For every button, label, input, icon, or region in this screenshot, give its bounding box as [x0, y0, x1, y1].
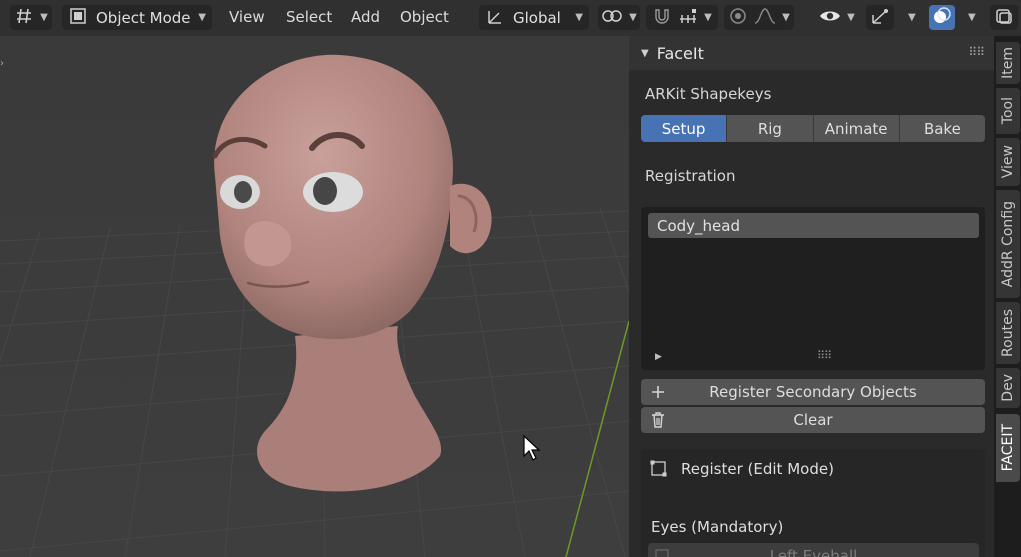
tab-dev[interactable]: Dev: [996, 368, 1020, 408]
tab-tool-label: Tool: [1000, 97, 1016, 125]
xray-icon: [994, 7, 1014, 29]
clear-label: Clear: [793, 411, 833, 429]
chevron-down-icon: ▼: [575, 12, 583, 23]
tab-addr-config-label: AddR Config: [1000, 200, 1016, 288]
tab-bake[interactable]: Bake: [899, 115, 985, 142]
menu-view[interactable]: View: [229, 8, 265, 26]
gizmo-icon: [870, 7, 890, 29]
drag-handle-icon[interactable]: ⠿⠿: [968, 45, 985, 59]
overlay-icon: [932, 6, 952, 29]
transform-orientation-icon: [485, 7, 505, 29]
visibility-icon: [819, 7, 841, 29]
tab-item-label: Item: [1000, 47, 1016, 79]
chevron-down-icon: ▼: [40, 12, 48, 23]
mode-selector[interactable]: Object Mode ▼: [62, 5, 212, 30]
faceit-panel: ▼ FaceIt ⠿⠿ ARKit Shapekeys Setup Rig An…: [629, 36, 994, 557]
tab-faceit-label: FACEIT: [1000, 424, 1016, 472]
viewport-header: ▼ Object Mode ▼ View Select Add Object G…: [0, 0, 1021, 36]
mouse-cursor-icon: [523, 434, 541, 461]
snap-magnet-icon: [652, 7, 672, 29]
left-eyeball-button[interactable]: Left Eyeball: [648, 543, 979, 557]
list-resize-handle-icon[interactable]: ⠿⠿: [817, 349, 832, 362]
register-secondary-label: Register Secondary Objects: [709, 383, 917, 401]
tab-dev-label: Dev: [1000, 374, 1016, 402]
clear-button[interactable]: Clear: [641, 407, 985, 433]
list-item[interactable]: Cody_head: [648, 213, 979, 238]
object-mode-icon: [68, 7, 88, 29]
pivot-point-selector[interactable]: ▼: [598, 5, 640, 30]
chevron-down-icon[interactable]: ▼: [908, 12, 916, 23]
edit-mode-icon: [649, 459, 669, 483]
gizmo-toggle[interactable]: [866, 5, 894, 30]
editor-type-button[interactable]: ▼: [10, 5, 52, 30]
sidebar-tab-strip: Item Tool View AddR Config Routes Dev FA…: [994, 36, 1021, 557]
collapse-arrow-icon[interactable]: ▼: [641, 48, 649, 59]
snap-increment-icon: [678, 7, 698, 29]
tab-faceit[interactable]: FACEIT: [996, 414, 1020, 482]
tab-routes-label: Routes: [1000, 309, 1016, 357]
tab-setup[interactable]: Setup: [641, 115, 728, 142]
tab-view[interactable]: View: [996, 138, 1020, 186]
tab-rig[interactable]: Rig: [727, 115, 814, 142]
viewport-canvas: [0, 36, 629, 557]
3d-viewport[interactable]: ›: [0, 36, 629, 557]
trash-icon: [649, 411, 667, 429]
proportional-edit-icon: [728, 7, 748, 29]
menu-select[interactable]: Select: [286, 8, 332, 26]
chevron-down-icon: ▼: [198, 12, 206, 23]
section-title: ARKit Shapekeys: [645, 85, 772, 103]
proportional-edit-controls[interactable]: ▼: [724, 5, 794, 30]
register-secondary-button[interactable]: Register Secondary Objects: [641, 379, 985, 405]
panel-header[interactable]: ▼ FaceIt ⠿⠿: [629, 36, 994, 70]
visibility-selector[interactable]: ▼: [814, 5, 860, 30]
overlay-toggle[interactable]: [929, 5, 955, 30]
panel-title: FaceIt: [656, 43, 704, 63]
eyes-mandatory-label: Eyes (Mandatory): [651, 518, 784, 536]
transform-orientation-label: Global: [513, 8, 561, 27]
xray-toggle[interactable]: [990, 5, 1018, 30]
register-edit-mode-box: Register (Edit Mode) Eyes (Mandatory) Le…: [641, 449, 985, 557]
mode-label: Object Mode: [96, 8, 191, 27]
menu-object[interactable]: Object: [400, 8, 449, 26]
viewport-editor-icon: [14, 7, 34, 29]
menu-add[interactable]: Add: [351, 8, 380, 26]
falloff-icon: [754, 7, 776, 29]
pivot-icon: [601, 7, 623, 29]
tab-view-label: View: [1000, 145, 1016, 179]
left-eyeball-label: Left Eyeball: [769, 547, 858, 557]
tab-item[interactable]: Item: [996, 42, 1020, 84]
tab-animate[interactable]: Animate: [813, 115, 900, 142]
chevron-down-icon: ▼: [847, 12, 855, 23]
registration-label: Registration: [645, 167, 736, 185]
list-expand-icon[interactable]: ▶: [655, 352, 662, 362]
toolbar-expand-icon[interactable]: ›: [0, 58, 8, 74]
tab-tool[interactable]: Tool: [996, 88, 1020, 134]
plus-icon: [649, 383, 667, 401]
workflow-tabs: Setup Rig Animate Bake: [641, 115, 985, 142]
chevron-down-icon[interactable]: ▼: [968, 12, 976, 23]
snap-controls[interactable]: ▼: [646, 5, 718, 30]
transform-orientation-selector[interactable]: Global ▼: [479, 5, 589, 30]
chevron-down-icon: ▼: [629, 12, 637, 23]
chevron-down-icon: ▼: [704, 12, 712, 23]
tab-addr-config[interactable]: AddR Config: [996, 190, 1020, 298]
chevron-down-icon: ▼: [782, 12, 790, 23]
registered-objects-list[interactable]: Cody_head ▶ ⠿⠿: [641, 207, 985, 370]
eyeball-icon: [654, 548, 670, 557]
tab-routes[interactable]: Routes: [996, 302, 1020, 364]
register-edit-mode-label: Register (Edit Mode): [681, 460, 834, 478]
